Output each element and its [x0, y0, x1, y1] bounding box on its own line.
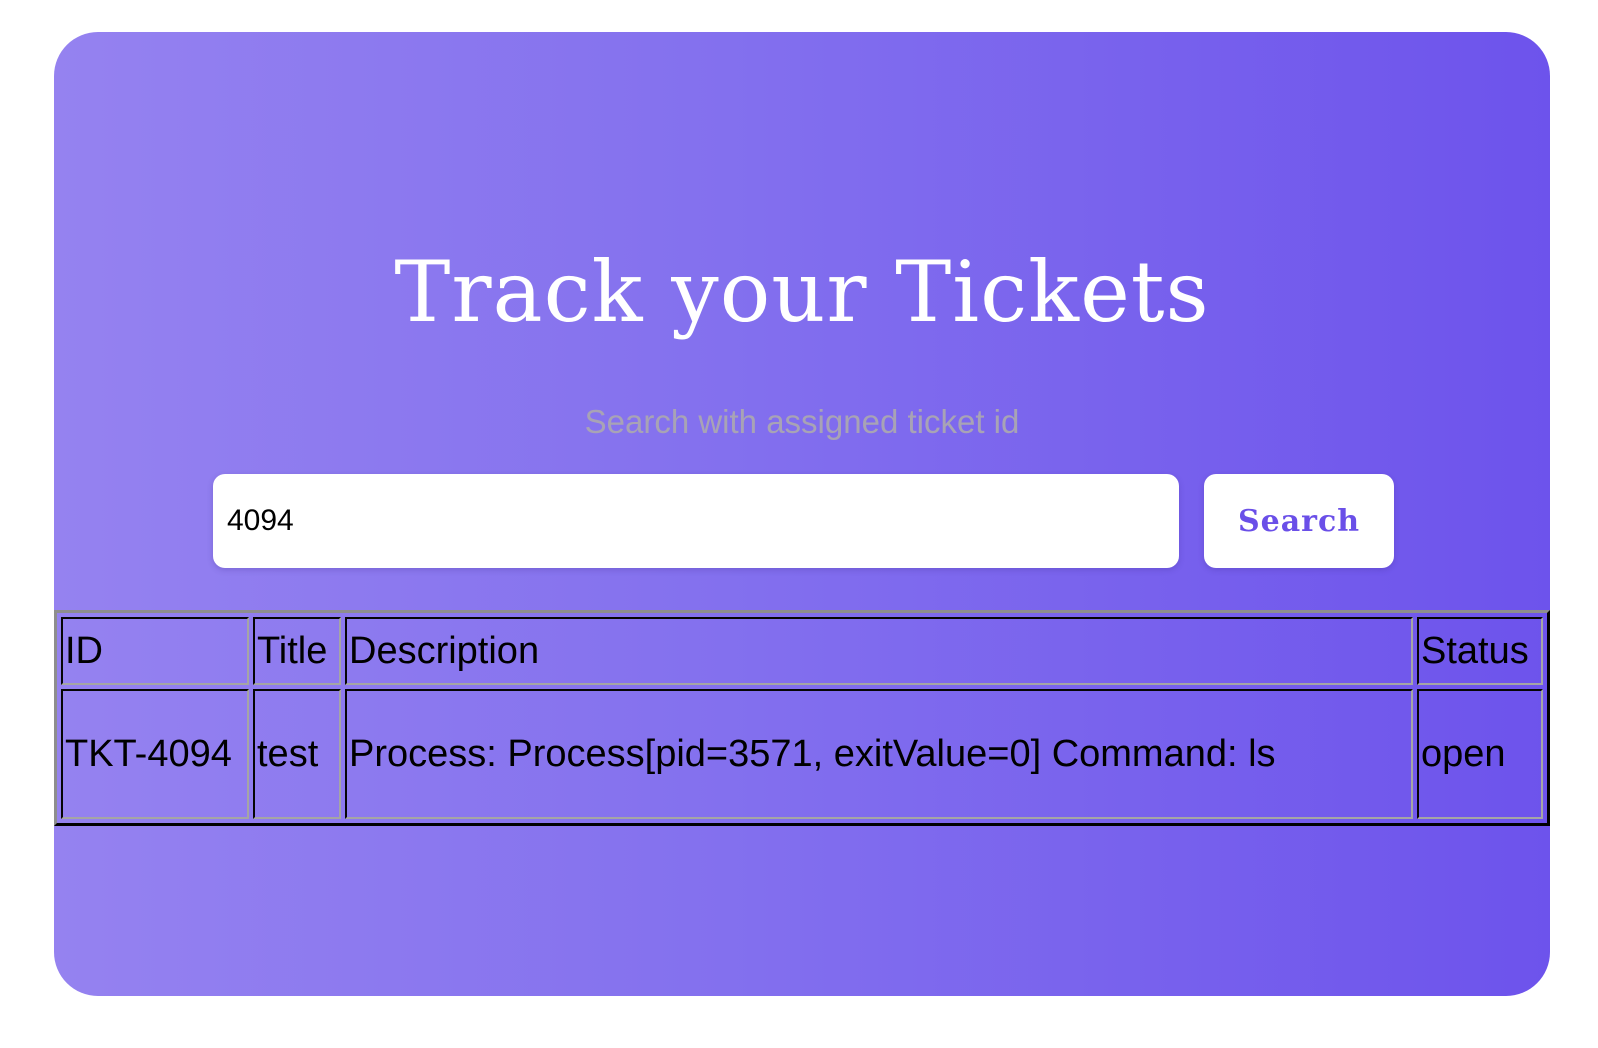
ticket-status-cell: open: [1417, 689, 1543, 819]
column-header-title: Title: [253, 617, 341, 685]
column-header-status: Status: [1417, 617, 1543, 685]
search-hint: Search with assigned ticket id: [584, 403, 1020, 440]
column-header-id: ID: [61, 617, 249, 685]
ticket-results-table: ID Title Description Status TKT-4094 tes…: [54, 610, 1550, 826]
ticket-id-cell: TKT-4094: [61, 689, 249, 819]
column-header-description: Description: [345, 617, 1413, 685]
table-row: TKT-4094 test Process: Process[pid=3571,…: [61, 689, 1543, 819]
page-title: Track your Tickets: [394, 243, 1210, 341]
ticket-title-cell: test: [253, 689, 341, 819]
table-header-row: ID Title Description Status: [61, 617, 1543, 685]
search-button[interactable]: Search: [1204, 474, 1394, 568]
ticket-id-search-input[interactable]: [213, 474, 1179, 568]
ticket-description-cell: Process: Process[pid=3571, exitValue=0] …: [345, 689, 1413, 819]
ticket-tracker-card: Track your Tickets Search with assigned …: [54, 32, 1550, 996]
